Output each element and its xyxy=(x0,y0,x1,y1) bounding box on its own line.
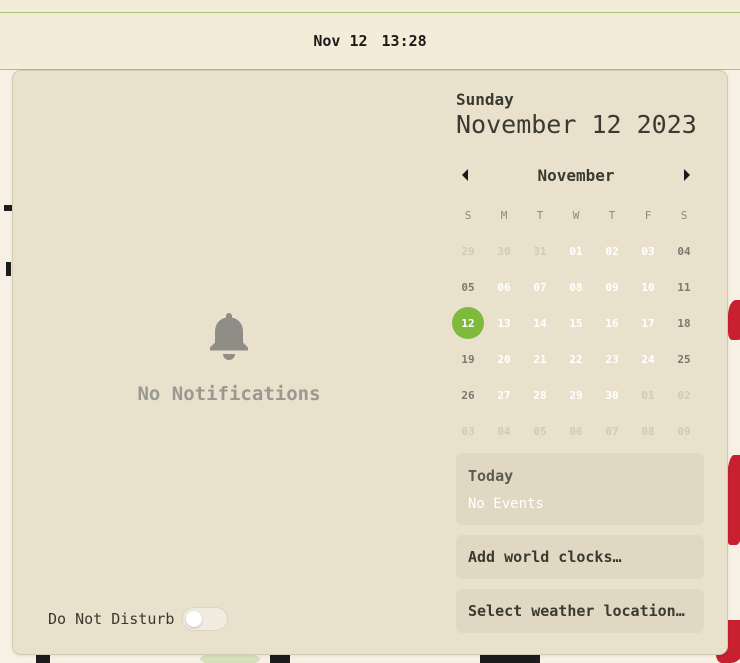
wallpaper-dark-mark xyxy=(4,205,12,211)
calendar-day[interactable]: 07 xyxy=(522,269,558,305)
calendar-day[interactable]: 27 xyxy=(486,377,522,413)
calendar-day[interactable]: 31 xyxy=(522,233,558,269)
clock-date[interactable]: Nov 12 xyxy=(313,32,367,50)
calendar-weekday[interactable]: Sunday xyxy=(456,90,514,109)
calendar-day[interactable]: 16 xyxy=(594,305,630,341)
calendar-day[interactable]: 23 xyxy=(594,341,630,377)
top-bar: Nov 12 13:28 xyxy=(0,12,740,70)
events-title: Today xyxy=(468,467,514,485)
calendar-day[interactable]: 19 xyxy=(450,341,486,377)
next-month-button[interactable] xyxy=(674,162,700,188)
do-not-disturb-row: Do Not Disturb xyxy=(48,607,229,631)
calendar-day[interactable]: 14 xyxy=(522,305,558,341)
calendar-day[interactable]: 24 xyxy=(630,341,666,377)
notifications-empty-state: No Notifications xyxy=(13,311,445,405)
calendar-day[interactable]: 04 xyxy=(666,233,702,269)
calendar-day[interactable]: 30 xyxy=(486,233,522,269)
calendar-day[interactable]: 08 xyxy=(630,413,666,449)
day-header: T xyxy=(608,208,616,222)
calendar-day-today[interactable]: 12 xyxy=(450,305,486,341)
toggle-knob xyxy=(186,611,203,627)
events-card[interactable]: Today No Events xyxy=(456,453,704,525)
chevron-left-icon xyxy=(462,169,468,181)
calendar-day[interactable]: 06 xyxy=(486,269,522,305)
calendar-day[interactable]: 17 xyxy=(630,305,666,341)
calendar-day[interactable]: 11 xyxy=(666,269,702,305)
calendar-day[interactable]: 01 xyxy=(630,377,666,413)
clock-time[interactable]: 13:28 xyxy=(382,32,427,50)
calendar-day[interactable]: 06 xyxy=(558,413,594,449)
calendar-day[interactable]: 29 xyxy=(558,377,594,413)
day-header: M xyxy=(500,208,508,222)
day-header: T xyxy=(536,208,544,222)
wallpaper-dark-mark xyxy=(6,262,11,276)
calendar-day[interactable]: 05 xyxy=(522,413,558,449)
calendar-day[interactable]: 03 xyxy=(630,233,666,269)
calendar-day[interactable]: 15 xyxy=(558,305,594,341)
day-header: S xyxy=(464,208,472,222)
calendar-day[interactable]: 04 xyxy=(486,413,522,449)
no-notifications-label: No Notifications xyxy=(137,383,321,405)
wallpaper-dark-mark xyxy=(270,655,290,663)
calendar-full-date[interactable]: November 12 2023 xyxy=(456,110,697,139)
day-header: W xyxy=(572,208,580,222)
calendar-day[interactable]: 30 xyxy=(594,377,630,413)
do-not-disturb-toggle[interactable] xyxy=(182,607,229,631)
calendar-day[interactable]: 25 xyxy=(666,341,702,377)
calendar-day[interactable]: 10 xyxy=(630,269,666,305)
add-world-clocks-button[interactable]: Add world clocks… xyxy=(456,535,704,579)
calendar-day[interactable]: 07 xyxy=(594,413,630,449)
calendar-day[interactable]: 09 xyxy=(666,413,702,449)
day-header: S xyxy=(680,208,688,222)
calendar-day[interactable]: 29 xyxy=(450,233,486,269)
calendar-grid: S M T W T F S 29 30 31 01 02 03 04 05 06… xyxy=(450,197,702,449)
no-events-label: No Events xyxy=(468,496,544,512)
wallpaper-red-shape xyxy=(728,300,740,340)
select-weather-location-button[interactable]: Select weather location… xyxy=(456,589,704,633)
calendar-day[interactable]: 03 xyxy=(450,413,486,449)
previous-month-button[interactable] xyxy=(452,162,478,188)
calendar-day[interactable]: 09 xyxy=(594,269,630,305)
calendar-day[interactable]: 02 xyxy=(666,377,702,413)
calendar-day[interactable]: 05 xyxy=(450,269,486,305)
wallpaper-dark-mark xyxy=(480,655,540,663)
month-navigation: November xyxy=(452,162,700,188)
wallpaper-red-shape xyxy=(726,455,740,545)
wallpaper-dark-mark xyxy=(36,655,50,663)
calendar-day[interactable]: 08 xyxy=(558,269,594,305)
top-strip xyxy=(0,0,740,12)
day-header: F xyxy=(644,208,652,222)
calendar-day[interactable]: 21 xyxy=(522,341,558,377)
chevron-right-icon xyxy=(684,169,690,181)
today-highlight: 12 xyxy=(452,307,484,339)
calendar-day[interactable]: 20 xyxy=(486,341,522,377)
calendar-day[interactable]: 01 xyxy=(558,233,594,269)
calendar-day[interactable]: 18 xyxy=(666,305,702,341)
calendar-day[interactable]: 26 xyxy=(450,377,486,413)
calendar-day[interactable]: 28 xyxy=(522,377,558,413)
calendar-day[interactable]: 22 xyxy=(558,341,594,377)
bell-icon xyxy=(210,313,248,360)
calendar-day[interactable]: 13 xyxy=(486,305,522,341)
calendar-day[interactable]: 02 xyxy=(594,233,630,269)
do-not-disturb-label: Do Not Disturb xyxy=(48,610,175,628)
month-label[interactable]: November xyxy=(537,166,614,185)
